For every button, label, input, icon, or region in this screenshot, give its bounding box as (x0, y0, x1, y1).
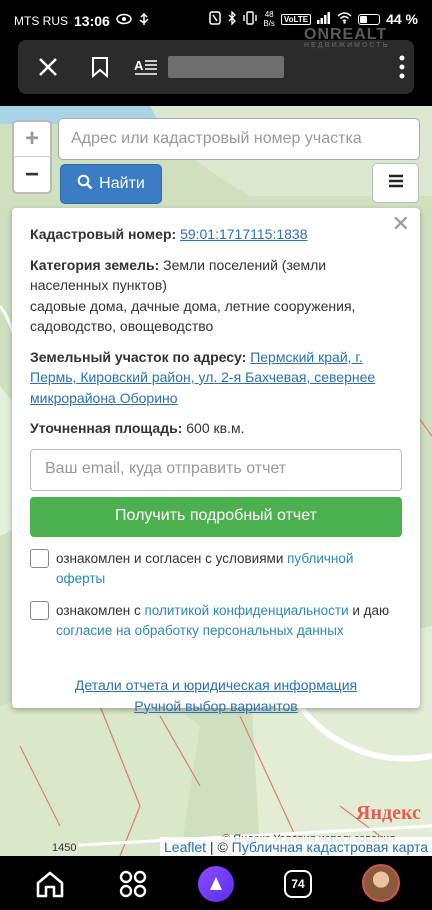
search-icon (77, 174, 93, 195)
battery-percent: 44 % (386, 11, 418, 27)
volte-icon: VoLTE (280, 13, 312, 25)
zoom-control: + − (12, 120, 52, 194)
zoom-in-button[interactable]: + (14, 122, 50, 157)
browser-bottom-nav: 74 (0, 856, 432, 910)
wifi-icon (337, 11, 352, 27)
email-field[interactable]: Ваш email, куда отправить отчет (30, 448, 402, 491)
usb-icon (138, 12, 150, 29)
offer-consent-checkbox[interactable] (30, 548, 49, 568)
tabs-count: 74 (284, 870, 312, 898)
vibrate-icon (243, 10, 258, 28)
email-placeholder: Ваш email, куда отправить отчет (45, 460, 287, 478)
report-details-link[interactable]: Детали отчета и юридическая информация (30, 675, 402, 696)
home-icon[interactable] (34, 868, 66, 900)
clock: 13:06 (74, 12, 110, 29)
cadastral-label: Кадастровый номер: (30, 226, 177, 242)
area-row: Уточненная площадь: 600 кв.м. (30, 418, 402, 439)
alice-assistant-icon[interactable] (198, 866, 234, 902)
services-grid-icon[interactable] (117, 868, 149, 900)
get-report-label: Получить подробный отчет (115, 507, 317, 525)
find-button-label: Найти (99, 175, 145, 192)
cadastral-number-link[interactable]: 59:01:1717115:1838 (180, 226, 307, 242)
manual-selection-link[interactable]: Ручной выбор вариантов (30, 696, 402, 717)
search-placeholder: Адрес или кадастровый номер участка (71, 130, 362, 147)
map-attribution: Leaflet | © Публичная кадастровая карта (160, 837, 432, 856)
category-use: садовые дома, дачные дома, летние сооруж… (30, 297, 356, 335)
watermark-logo: ONREALT НЕДВИЖИМОСТЬ (304, 26, 390, 49)
more-menu-icon[interactable] (388, 53, 416, 81)
avatar[interactable] (362, 864, 400, 902)
reader-mode-icon[interactable]: A (132, 53, 160, 81)
parcel-info-popup: ✕ Кадастровый номер: 59:01:1717115:1838 … (12, 208, 420, 714)
svg-text:A: A (134, 58, 144, 73)
address-row: Земельный участок по адресу: Пермский кр… (30, 347, 402, 409)
tabs-counter-button[interactable]: 74 (282, 868, 314, 900)
privacy-consent-checkbox[interactable] (30, 600, 49, 620)
category-label: Категория земель: (30, 256, 160, 273)
find-button[interactable]: Найти (60, 164, 162, 204)
battery-icon (358, 13, 381, 25)
leaflet-link[interactable]: Leaflet (164, 839, 206, 855)
pkk-link[interactable]: Публичная кадастровая карта (232, 839, 428, 855)
category-row: Категория земель: Земли поселений (земли… (30, 255, 402, 337)
area-label: Уточненная площадь: (30, 420, 183, 436)
nfc-icon (209, 10, 222, 28)
eye-icon (116, 13, 132, 28)
privacy-consent-row: ознакомлен с политикой конфиденциальност… (30, 600, 402, 641)
popup-links: Детали отчета и юридическая информация Р… (30, 675, 402, 717)
layers-menu-button[interactable] (372, 163, 419, 203)
popup-close-icon[interactable]: ✕ (392, 213, 410, 235)
battery-fill (360, 15, 368, 23)
bluetooth-icon (227, 9, 237, 28)
area-value: 600 кв.м. (186, 420, 245, 436)
carrier-name: MTS RUS (14, 13, 68, 28)
address-label: Земельный участок по адресу: (30, 348, 247, 365)
get-report-button[interactable]: Получить подробный отчет (30, 496, 402, 537)
personal-data-consent-link[interactable]: согласие на обработку персональных данны… (56, 623, 344, 638)
zoom-out-button[interactable]: − (14, 157, 50, 192)
attribution-separator: | © (206, 838, 232, 855)
url-field[interactable] (168, 56, 284, 78)
privacy-policy-link[interactable]: политикой конфиденциальности (144, 603, 348, 618)
network-speed: 48 B/s (263, 10, 275, 28)
address-search-input[interactable]: Адрес или кадастровый номер участка (58, 118, 420, 160)
offer-consent-row: ознакомлен и согласен с условиями публич… (30, 548, 402, 589)
close-tab-icon[interactable] (34, 53, 62, 81)
hamburger-icon (388, 173, 404, 194)
road-number-label: 1450 (50, 842, 79, 854)
signal-icon (317, 11, 331, 27)
cadastral-row: Кадастровый номер: 59:01:1717115:1838 (30, 224, 402, 245)
bookmark-icon[interactable] (86, 53, 114, 81)
yandex-logo: Яндекс (356, 802, 421, 824)
